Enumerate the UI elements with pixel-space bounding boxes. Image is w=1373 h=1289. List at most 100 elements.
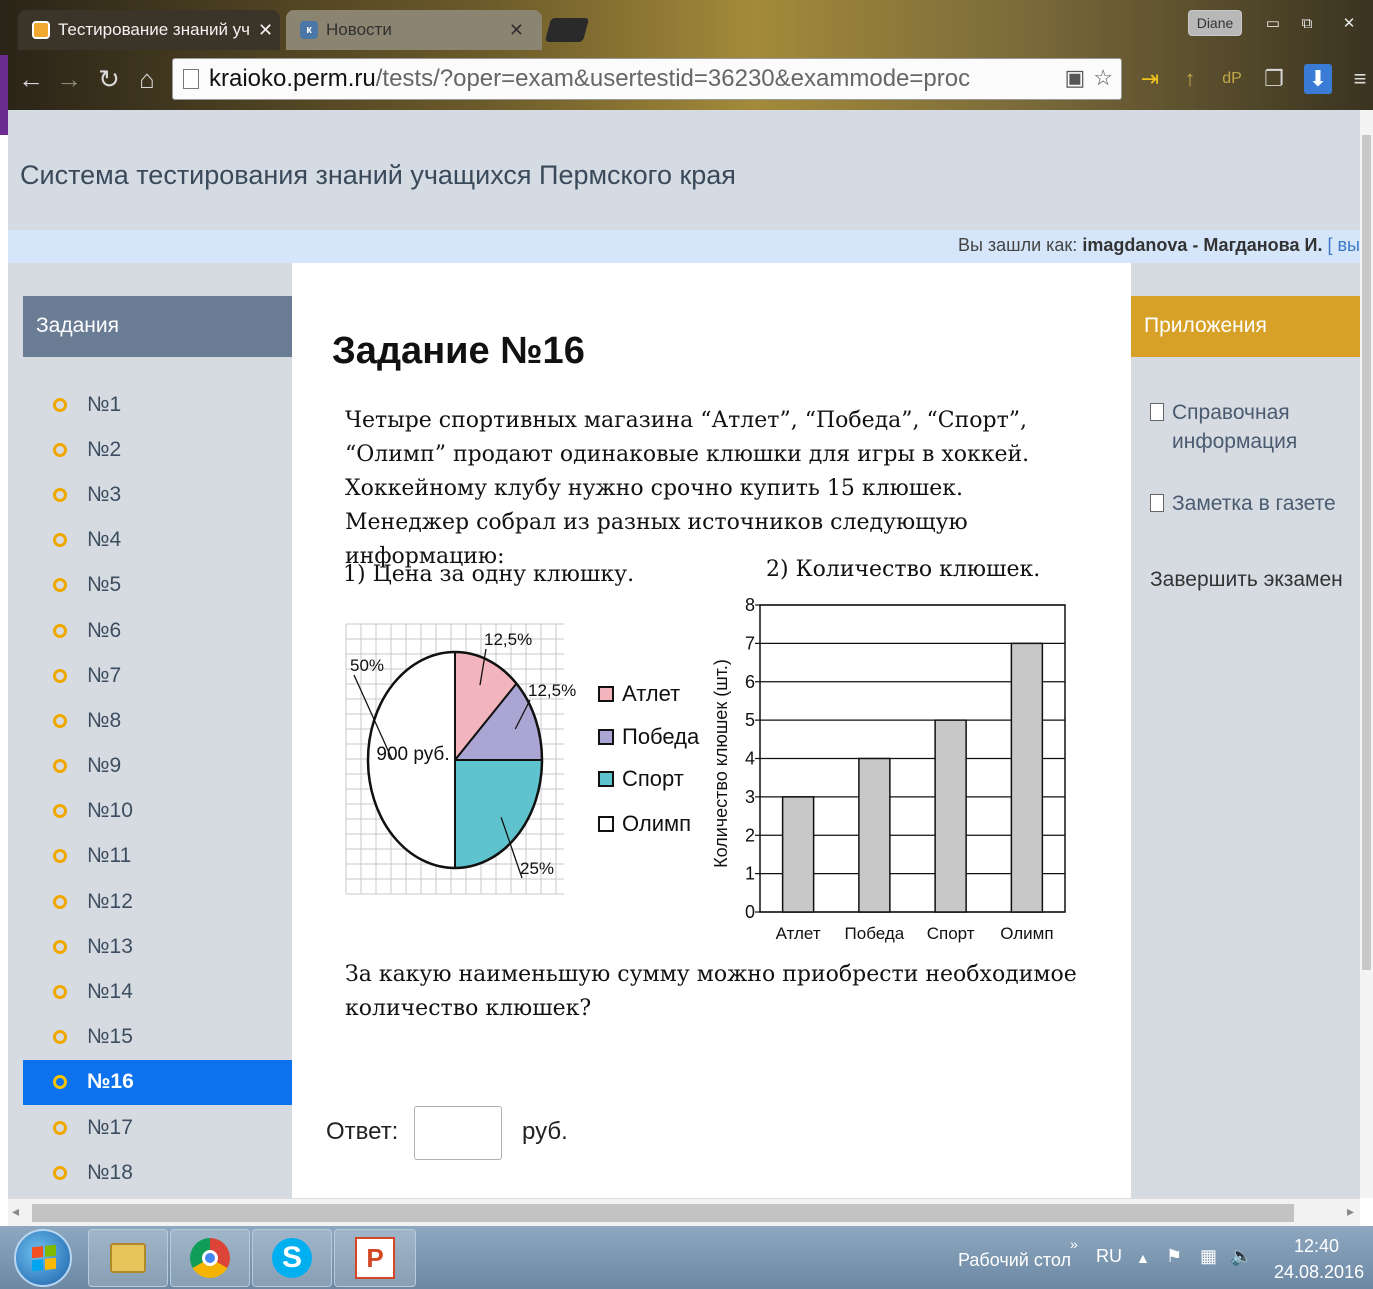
task-list-item[interactable]: №7: [23, 653, 292, 698]
language-indicator[interactable]: RU: [1096, 1246, 1122, 1267]
skype-taskbar-button[interactable]: S: [252, 1229, 332, 1287]
task-list-label: №13: [87, 934, 133, 958]
close-tab-icon[interactable]: ✕: [258, 20, 273, 41]
url-host: kraioko.perm.ru: [209, 65, 376, 92]
menu-icon[interactable]: ≡: [1346, 64, 1373, 94]
profile-badge[interactable]: Diane: [1188, 10, 1242, 36]
vk-icon: к: [300, 21, 318, 39]
tab-tests[interactable]: Тестирование знаний уч ✕: [18, 10, 280, 50]
answer-input[interactable]: [414, 1106, 502, 1160]
restore-icon[interactable]: ⧉: [1292, 10, 1322, 36]
pie-chart: 12,5% 12,5% 25% 50% 900 руб.: [345, 623, 576, 895]
chrome-taskbar-button[interactable]: [170, 1229, 250, 1287]
close-tab-icon[interactable]: ✕: [509, 20, 524, 41]
clock-date[interactable]: 24.08.2016: [1274, 1262, 1364, 1283]
explorer-taskbar-button[interactable]: [88, 1229, 168, 1287]
document-icon: [1150, 494, 1164, 512]
task-list-item[interactable]: №12: [23, 879, 292, 924]
newspaper-note-link[interactable]: Заметка в газете: [1150, 489, 1336, 518]
reference-info-link[interactable]: Справочная информация: [1150, 398, 1297, 456]
task-list-item[interactable]: №17: [23, 1105, 292, 1150]
powerpoint-taskbar-button[interactable]: P: [334, 1229, 416, 1287]
task-list-label: №12: [87, 889, 133, 913]
tab-news[interactable]: к Новости ✕: [286, 10, 542, 50]
legend-swatch: [598, 729, 614, 745]
scrollbar-thumb[interactable]: [32, 1204, 1294, 1222]
task-list-label: №18: [87, 1160, 133, 1184]
extension-icon[interactable]: ↑: [1176, 64, 1204, 94]
legend-item-atlet: Атлет: [598, 681, 680, 707]
legend-label: Атлет: [622, 681, 681, 706]
legend-item-olimp: Олимп: [598, 811, 691, 837]
task-list-item[interactable]: №13: [23, 924, 292, 969]
finish-exam-link[interactable]: Завершить экзамен: [1150, 568, 1343, 592]
new-tab-button[interactable]: [544, 18, 590, 42]
scroll-right-icon[interactable]: ▸: [1347, 1203, 1354, 1220]
bar: [934, 719, 967, 913]
y-axis-label: Количество клюшек (шт.): [711, 659, 731, 868]
task-list-item[interactable]: №14: [23, 969, 292, 1014]
task-list-label: №3: [87, 482, 122, 506]
task-list-item[interactable]: №5: [23, 563, 292, 608]
extension-icon[interactable]: ❐: [1260, 64, 1288, 94]
task-list-item[interactable]: №15: [23, 1015, 292, 1060]
powerpoint-icon: P: [355, 1237, 395, 1279]
login-prefix: Вы зашли как:: [957, 235, 1083, 255]
network-icon[interactable]: ▦: [1200, 1246, 1217, 1267]
translate-icon[interactable]: ▣: [1064, 65, 1085, 91]
bar: [781, 796, 815, 913]
task-list-label: №6: [87, 618, 122, 642]
vertical-scrollbar[interactable]: [1360, 110, 1373, 1198]
question-text: За какую наименьшую сумму можно приобрес…: [345, 962, 1077, 1021]
status-circle-icon: [53, 442, 67, 457]
task-list-item[interactable]: №2: [23, 427, 292, 472]
legend-label: Олимп: [622, 811, 692, 836]
logout-link[interactable]: [ вы: [1327, 235, 1360, 255]
reload-icon[interactable]: ↻: [94, 62, 124, 96]
extension-icon[interactable]: ⇥: [1136, 64, 1164, 94]
start-button[interactable]: [14, 1229, 72, 1287]
home-icon[interactable]: ⌂: [132, 62, 162, 96]
bar-caption: 2) Количество клюшек.: [766, 557, 1041, 582]
extension-icon[interactable]: dP: [1218, 64, 1246, 94]
scroll-left-icon[interactable]: ◂: [12, 1203, 19, 1220]
close-window-icon[interactable]: ✕: [1334, 10, 1364, 36]
bar: [858, 757, 891, 913]
toolbar-overflow-icon[interactable]: »: [1070, 1236, 1078, 1252]
clock-time[interactable]: 12:40: [1294, 1236, 1339, 1257]
newspaper-note-label: Заметка в газете: [1172, 492, 1336, 515]
scrollbar-thumb[interactable]: [1362, 135, 1371, 970]
show-hidden-icons-icon[interactable]: ▲: [1136, 1250, 1150, 1266]
pie-caption: 1) Цена за одну клюшку.: [343, 562, 635, 587]
address-bar[interactable]: kraioko.perm.ru/tests/?oper=exam&usertes…: [172, 58, 1122, 100]
site-favicon-icon: [32, 21, 50, 39]
task-list-label: №15: [87, 1025, 133, 1049]
status-circle-icon: [53, 939, 67, 954]
legend-item-sport: Спорт: [598, 766, 684, 792]
back-icon[interactable]: ←: [16, 62, 46, 96]
volume-icon[interactable]: 🔈: [1230, 1246, 1252, 1267]
task-list-item[interactable]: №18: [23, 1150, 292, 1195]
task-list-item[interactable]: №10: [23, 789, 292, 834]
task-list-item[interactable]: №8: [23, 698, 292, 743]
task-list-item[interactable]: №4: [23, 518, 292, 563]
task-list-item[interactable]: №11: [23, 834, 292, 879]
task-list-item[interactable]: №1: [23, 382, 292, 427]
desktop-toolbar-label[interactable]: Рабочий стол: [958, 1250, 1071, 1271]
task-title: Задание №16: [332, 330, 585, 372]
forward-icon[interactable]: →: [54, 62, 84, 96]
url-path: /tests/?oper=exam&usertestid=36230&examm…: [375, 65, 971, 92]
bookmark-star-icon[interactable]: ☆: [1093, 65, 1113, 91]
minimize-icon[interactable]: ▭: [1258, 10, 1288, 36]
y-tick-label: 1: [745, 864, 755, 884]
task-list-item[interactable]: №16: [23, 1059, 292, 1105]
chrome-icon: [190, 1238, 230, 1278]
tab-news-label: Новости: [326, 20, 392, 39]
task-list-item[interactable]: №6: [23, 608, 292, 653]
download-icon[interactable]: ⬇: [1304, 64, 1332, 94]
legend-label: Спорт: [622, 766, 684, 791]
task-list-item[interactable]: №9: [23, 744, 292, 789]
horizontal-scrollbar[interactable]: ◂ ▸: [8, 1198, 1360, 1226]
task-list-item[interactable]: №3: [23, 472, 292, 517]
action-center-flag-icon[interactable]: ⚑: [1166, 1246, 1182, 1267]
